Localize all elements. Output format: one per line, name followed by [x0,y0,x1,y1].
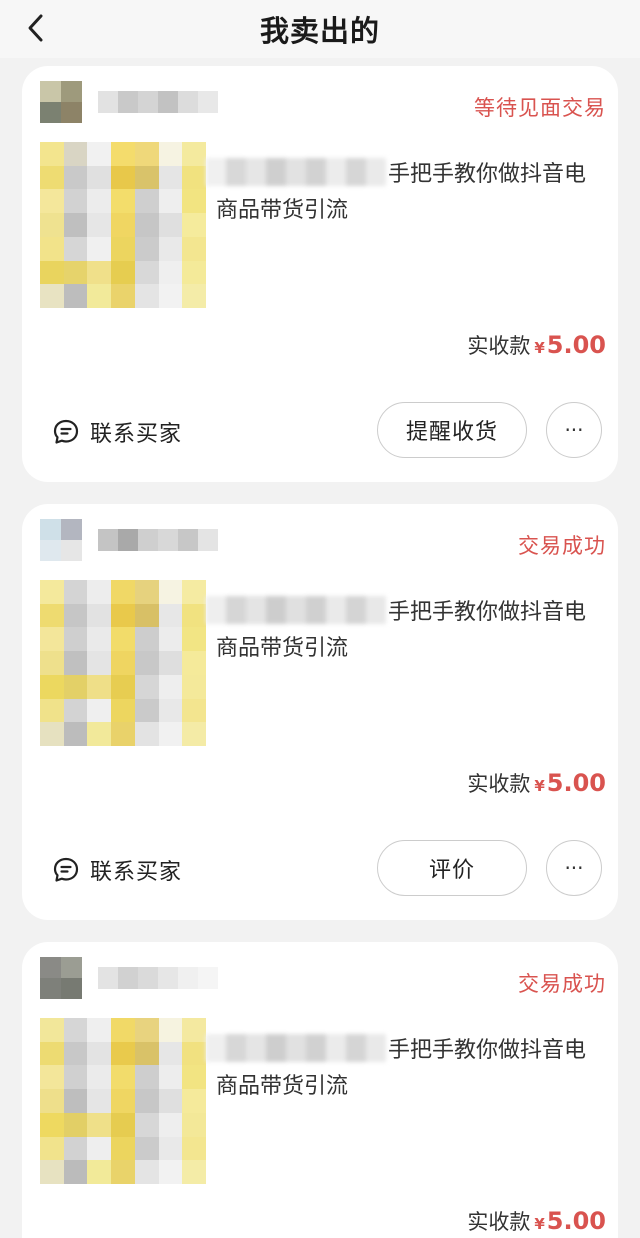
price-currency: ¥ [534,777,545,795]
seller-name-blurred [98,529,218,551]
product-thumbnail[interactable] [40,1018,206,1184]
order-card[interactable]: 等待见面交易 手把手教你做抖音电 商品带货引流 实收款 ¥ 5.00 联系买家 … [22,66,618,482]
order-status: 等待见面交易 [474,96,606,120]
seller-name-blurred [98,91,218,113]
price-value: 5.00 [546,1207,606,1235]
price-label: 实收款 [467,1210,531,1234]
product-title-line2[interactable]: 商品带货引流 [216,630,348,662]
price-row: 实收款 ¥ 5.00 [467,1206,606,1236]
price-currency: ¥ [534,1215,545,1233]
price-label: 实收款 [467,772,531,796]
product-thumbnail[interactable] [40,142,206,308]
order-card[interactable]: 交易成功 手把手教你做抖音电 商品带货引流 实收款 ¥ 5.00 联系买家 评价… [22,504,618,920]
product-title[interactable]: 手把手教你做抖音电 [388,1032,586,1064]
review-button[interactable]: 评价 [377,840,527,896]
contact-buyer-label: 联系买家 [90,860,183,885]
order-card[interactable]: 交易成功 手把手教你做抖音电 商品带货引流 实收款 ¥ 5.00 [22,942,618,1238]
chevron-left-icon [28,14,43,42]
seller-info[interactable] [40,956,220,1000]
product-title[interactable]: 手把手教你做抖音电 [388,594,586,626]
seller-info[interactable] [40,80,220,124]
seller-name-blurred [98,967,218,989]
contact-buyer-button[interactable]: 联系买家 [52,854,182,886]
chat-bubble-icon [53,857,79,882]
price-row: 实收款 ¥ 5.00 [467,768,606,798]
product-title-line2[interactable]: 商品带货引流 [216,1068,348,1100]
product-title-blurred [206,1034,386,1062]
product-title-blurred [206,596,386,624]
chat-bubble-icon [53,419,79,444]
price-label: 实收款 [467,334,531,358]
product-title-line2[interactable]: 商品带货引流 [216,192,348,224]
order-status: 交易成功 [518,972,606,996]
order-status: 交易成功 [518,534,606,558]
seller-info[interactable] [40,518,220,562]
product-title-blurred [206,158,386,186]
page-title: 我卖出的 [259,14,380,48]
price-value: 5.00 [546,769,606,797]
price-currency: ¥ [534,339,545,357]
avatar [40,957,82,999]
nav-header: 我卖出的 [0,0,640,58]
product-thumbnail[interactable] [40,580,206,746]
contact-buyer-button[interactable]: 联系买家 [52,416,182,448]
price-value: 5.00 [546,331,606,359]
back-button[interactable] [18,10,54,46]
price-row: 实收款 ¥ 5.00 [467,330,606,360]
more-options-button[interactable]: ··· [546,402,602,458]
remind-receipt-button[interactable]: 提醒收货 [377,402,527,458]
contact-buyer-label: 联系买家 [90,422,183,447]
avatar [40,519,82,561]
avatar [40,81,82,123]
more-options-button[interactable]: ··· [546,840,602,896]
product-title[interactable]: 手把手教你做抖音电 [388,156,586,188]
